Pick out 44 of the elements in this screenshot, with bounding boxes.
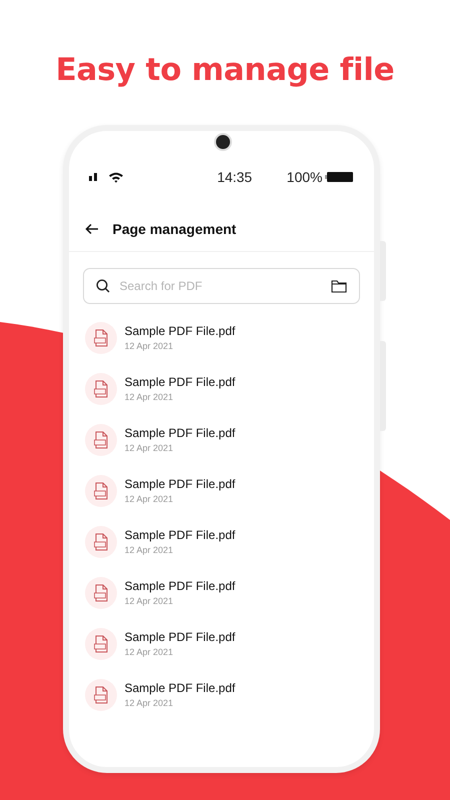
- pdf-file-icon: [84, 372, 116, 404]
- wifi-icon: [108, 172, 122, 182]
- pdf-file-icon: [84, 576, 116, 608]
- file-row[interactable]: Sample PDF File.pdf 12 Apr 2021: [68, 465, 374, 516]
- file-name: Sample PDF File.pdf: [124, 375, 236, 389]
- file-name: Sample PDF File.pdf: [124, 579, 236, 593]
- file-row[interactable]: Sample PDF File.pdf 12 Apr 2021: [68, 669, 374, 720]
- file-name: Sample PDF File.pdf: [124, 477, 236, 491]
- file-name: Sample PDF File.pdf: [124, 324, 236, 338]
- folder-icon[interactable]: [330, 280, 346, 292]
- file-row[interactable]: Sample PDF File.pdf 12 Apr 2021: [68, 414, 374, 465]
- battery-icon: [325, 172, 354, 182]
- file-row[interactable]: Sample PDF File.pdf 12 Apr 2021: [68, 516, 374, 567]
- pdf-file-icon: [84, 526, 116, 558]
- signal-icon: [88, 173, 98, 181]
- file-name: Sample PDF File.pdf: [124, 528, 236, 542]
- file-name: Sample PDF File.pdf: [124, 426, 236, 440]
- file-date: 12 Apr 2021: [124, 443, 174, 453]
- file-date: 12 Apr 2021: [124, 545, 174, 555]
- file-date: 12 Apr 2021: [124, 698, 174, 708]
- pdf-file-icon: [84, 424, 116, 456]
- file-row[interactable]: Sample PDF File.pdf 12 Apr 2021: [68, 567, 374, 618]
- pdf-file-icon: [84, 678, 116, 710]
- camera-icon: [214, 133, 232, 151]
- pdf-file-icon: [84, 322, 116, 354]
- search-icon: [96, 279, 110, 293]
- pdf-file-icon: [84, 474, 116, 506]
- pdf-file-icon: [84, 628, 116, 660]
- file-row[interactable]: Sample PDF File.pdf 12 Apr 2021: [68, 363, 374, 414]
- headline: Easy to manage file: [56, 52, 394, 88]
- file-row[interactable]: Sample PDF File.pdf 12 Apr 2021: [68, 312, 374, 363]
- file-date: 12 Apr 2021: [124, 341, 174, 351]
- file-date: 12 Apr 2021: [124, 494, 174, 504]
- search-field[interactable]: Search for PDF: [82, 268, 360, 304]
- file-name: Sample PDF File.pdf: [124, 681, 236, 695]
- file-date: 12 Apr 2021: [124, 647, 174, 657]
- back-arrow-icon[interactable]: [84, 223, 98, 235]
- status-time: 14:35: [216, 169, 252, 185]
- battery-percent: 100%: [286, 169, 322, 185]
- file-date: 12 Apr 2021: [124, 392, 174, 402]
- page-title: Page management: [112, 221, 236, 237]
- file-date: 12 Apr 2021: [124, 596, 174, 606]
- file-name: Sample PDF File.pdf: [124, 630, 236, 644]
- file-row[interactable]: Sample PDF File.pdf 12 Apr 2021: [68, 618, 374, 669]
